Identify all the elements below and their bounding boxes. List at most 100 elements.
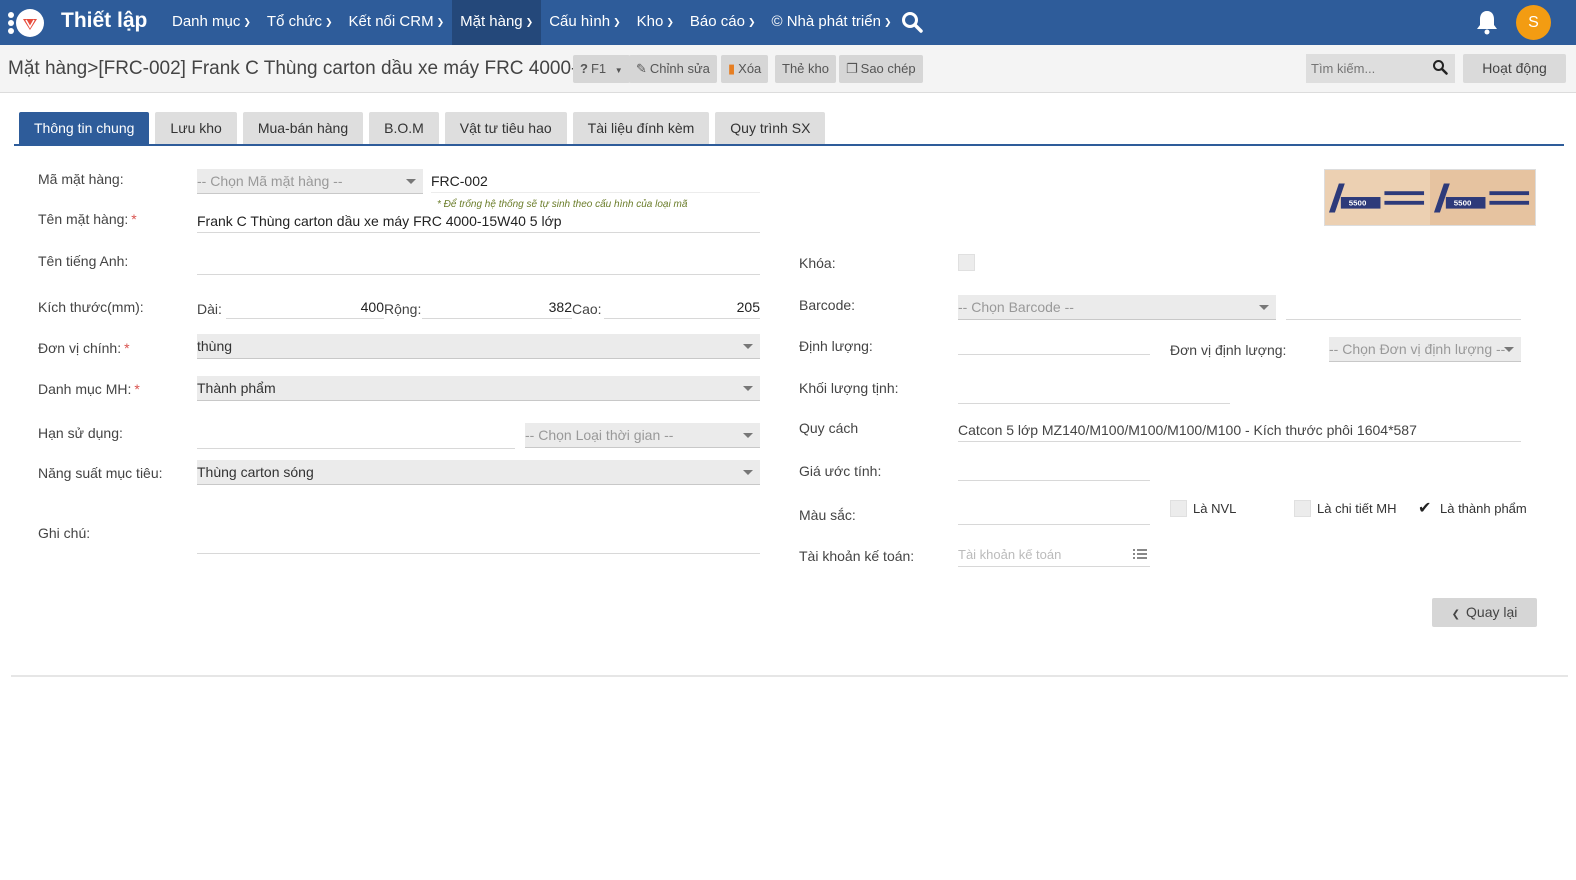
tab-attachments[interactable]: Tài liệu đính kèm xyxy=(572,112,710,144)
avatar[interactable]: S xyxy=(1516,5,1551,40)
code-label: Mã mặt hàng: xyxy=(38,171,124,187)
copy-button[interactable]: ❐ Sao chép xyxy=(839,55,923,83)
category-label: Danh mục MH: * xyxy=(38,381,140,397)
quantity-input[interactable] xyxy=(958,331,1150,355)
spec-input[interactable]: Catcon 5 lớp MZ140/M100/M100/M100/M100 -… xyxy=(958,418,1521,442)
barcode-input[interactable] xyxy=(1286,296,1521,320)
height-input[interactable]: 205 xyxy=(604,295,760,319)
is-material-label: Là NVL xyxy=(1193,501,1237,516)
time-type-placeholder: -- Chọn Loại thời gian -- xyxy=(525,427,674,443)
chevron-down-icon xyxy=(1259,305,1269,310)
activity-button[interactable]: Hoạt động xyxy=(1463,54,1566,83)
tab-purchase-sales[interactable]: Mua-bán hàng xyxy=(242,112,364,144)
back-button[interactable]: ❮ Quay lại xyxy=(1432,598,1537,627)
menu-label: Kết nối CRM xyxy=(348,13,434,30)
product-thumbnail[interactable]: 5500 5500 xyxy=(1324,169,1536,226)
net-weight-input[interactable] xyxy=(958,380,1230,404)
spec-label: Quy cách xyxy=(799,420,859,436)
search-icon[interactable] xyxy=(901,11,923,33)
length-label: Dài: xyxy=(197,301,222,317)
category-label-text: Danh mục MH: xyxy=(38,381,132,397)
search-icon[interactable] xyxy=(1432,59,1448,75)
menu-nha-phat-trien[interactable]: © Nhà phát triển ❯ xyxy=(763,0,899,45)
expiry-input[interactable] xyxy=(197,425,515,449)
menu-label: © Nhà phát triển xyxy=(771,13,881,30)
list-icon[interactable] xyxy=(1133,548,1147,560)
chevron-left-icon: ❮ xyxy=(1451,609,1461,620)
menu-label: Danh mục xyxy=(172,13,241,30)
code-input[interactable]: FRC-002 xyxy=(431,169,760,193)
delete-button[interactable]: ▮ Xóa xyxy=(721,55,769,83)
chevron-down-icon: ❯ xyxy=(613,16,621,27)
menu-bao-cao[interactable]: Báo cáo ❯ xyxy=(682,0,764,45)
width-label: Rộng: xyxy=(384,301,422,317)
bell-icon[interactable] xyxy=(1475,9,1499,35)
price-label: Giá ước tính: xyxy=(799,463,882,479)
stock-card-button[interactable]: Thẻ kho xyxy=(775,55,836,83)
trash-icon: ▮ xyxy=(728,61,736,76)
lock-checkbox[interactable] xyxy=(958,254,975,271)
thumbnail-model-text: 5500 xyxy=(1349,199,1367,208)
menu-mat-hang[interactable]: Mặt hàng ❯ xyxy=(452,0,542,45)
is-product-checkbox[interactable]: ✔ xyxy=(1418,500,1431,517)
menu-kho[interactable]: Kho ❯ xyxy=(629,0,682,45)
unit-label-text: Đơn vị chính: xyxy=(38,340,122,356)
menu-label: Cấu hình xyxy=(549,13,611,30)
menu-danh-muc[interactable]: Danh mục ❯ xyxy=(164,0,259,45)
quantity-label: Định lượng: xyxy=(799,338,873,354)
chevron-down-icon: ❯ xyxy=(243,16,251,27)
quantity-unit-select[interactable]: -- Chọn Đơn vị định lượng -- xyxy=(1329,337,1521,362)
app-title[interactable]: Thiết lập xyxy=(61,9,147,33)
tab-bar: Thông tin chung Lưu kho Mua-bán hàng B.O… xyxy=(19,112,831,144)
breadcrumb: Mặt hàng>[FRC-002] Frank C Thùng carton … xyxy=(8,58,615,79)
menu-ket-noi-crm[interactable]: Kết nối CRM ❯ xyxy=(341,0,453,45)
checkmark-icon: ✔ xyxy=(1418,500,1432,517)
account-label: Tài khoản kế toán: xyxy=(799,548,915,564)
edit-button[interactable]: ✎ Chỉnh sửa xyxy=(629,55,717,83)
width-input[interactable]: 382 xyxy=(422,295,572,319)
name-input[interactable]: Frank C Thùng carton dầu xe máy FRC 4000… xyxy=(197,209,760,233)
copy-icon: ❐ xyxy=(846,61,858,76)
english-name-input[interactable] xyxy=(197,251,760,275)
barcode-placeholder: -- Chọn Barcode -- xyxy=(958,299,1074,315)
chevron-down-icon: ❯ xyxy=(747,16,756,27)
price-input[interactable] xyxy=(958,457,1150,481)
edit-label: Chỉnh sửa xyxy=(649,61,710,76)
question-icon: ? xyxy=(580,61,588,76)
note-label: Ghi chú: xyxy=(38,525,91,541)
help-label: F1 xyxy=(590,61,607,76)
main-menu: Danh mục ❯ Tổ chức ❯ Kết nối CRM ❯ Mặt hàng… xyxy=(164,0,899,45)
tab-bom[interactable]: B.O.M xyxy=(369,112,439,144)
note-input[interactable] xyxy=(197,530,760,554)
code-select-placeholder: -- Chọn Mã mặt hàng -- xyxy=(197,173,343,189)
required-mark: * xyxy=(134,381,140,397)
category-select[interactable]: Thành phẩm xyxy=(197,376,760,401)
menu-to-chuc[interactable]: Tổ chức ❯ xyxy=(259,0,341,45)
english-name-label: Tên tiếng Anh: xyxy=(38,253,129,269)
chevron-down-icon xyxy=(743,386,753,391)
edit-icon: ✎ xyxy=(636,61,647,76)
color-input[interactable] xyxy=(958,501,1150,525)
is-detail-checkbox[interactable] xyxy=(1294,500,1311,517)
tab-production-process[interactable]: Quy trình SX xyxy=(715,112,826,144)
time-type-select[interactable]: -- Chọn Loại thời gian -- xyxy=(525,423,760,448)
help-button[interactable]: ? F1 ▼ xyxy=(573,55,630,83)
tab-storage[interactable]: Lưu kho xyxy=(155,112,237,144)
unit-label: Đơn vị chính: * xyxy=(38,340,130,356)
size-label: Kích thước(mm): xyxy=(38,299,144,315)
menu-cau-hinh[interactable]: Cấu hình ❯ xyxy=(541,0,628,45)
length-input[interactable]: 400 xyxy=(226,295,384,319)
color-label: Màu sắc: xyxy=(799,507,856,523)
code-select[interactable]: -- Chọn Mã mặt hàng -- xyxy=(197,169,423,194)
is-material-checkbox[interactable] xyxy=(1170,500,1187,517)
chevron-down-icon: ▼ xyxy=(614,66,623,75)
barcode-select[interactable]: -- Chọn Barcode -- xyxy=(958,295,1276,320)
quantity-unit-label: Đơn vị định lượng: xyxy=(1170,342,1287,358)
app-logo-icon[interactable] xyxy=(6,6,46,40)
unit-select[interactable]: thùng xyxy=(197,334,760,359)
tab-general-info[interactable]: Thông tin chung xyxy=(19,112,150,144)
account-input[interactable]: Tài khoản kế toán xyxy=(958,543,1150,567)
target-select[interactable]: Thùng carton sóng xyxy=(197,460,760,485)
tab-consumables[interactable]: Vật tư tiêu hao xyxy=(444,112,567,144)
menu-label: Báo cáo xyxy=(689,13,745,30)
